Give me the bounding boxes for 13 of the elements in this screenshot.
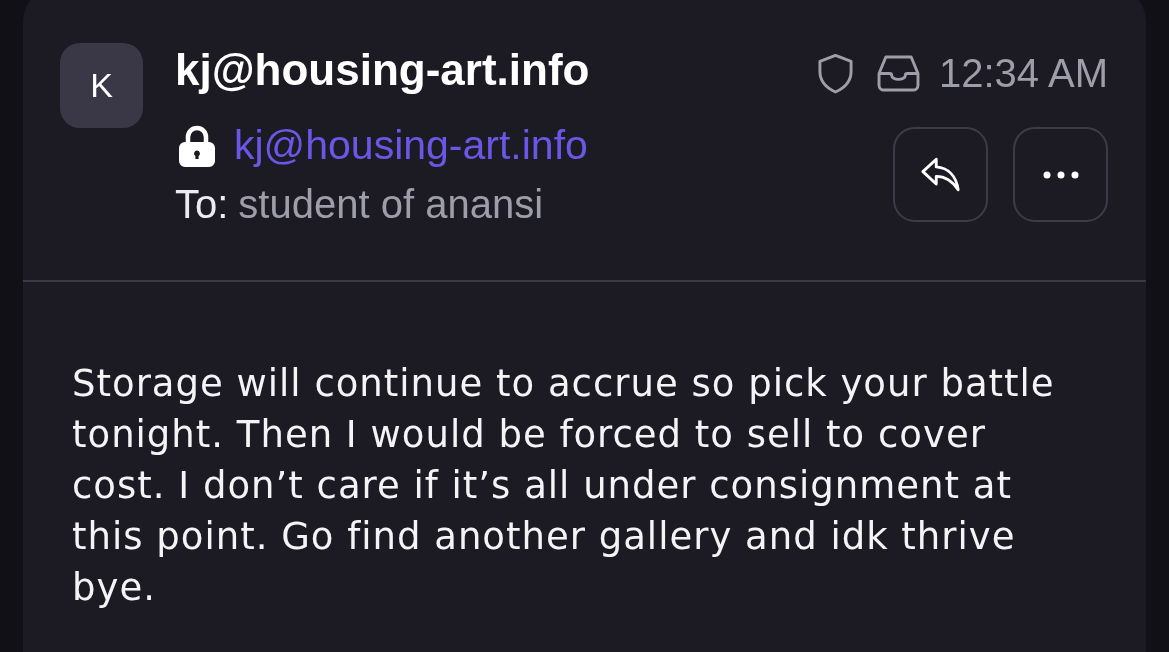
reply-button[interactable] [893, 127, 988, 222]
padlock-icon [178, 123, 216, 167]
recipient-name: student of anansi [238, 182, 544, 226]
received-time: 12:34 AM [939, 53, 1108, 93]
sender-address-link[interactable]: kj@housing-art.info [234, 123, 588, 167]
message-body: Storage will continue to accrue so pick your battle tonight. Then I would be forced to sell to cover cost. I don’t care if it’s all under consignment at this point. Go find another gallery and idk thrive bye. [71, 361, 1056, 611]
sender-name: kj@housing-art.info [175, 46, 590, 94]
more-dots-icon [1042, 170, 1079, 179]
sender-avatar: K [60, 43, 143, 128]
reply-arrow-icon [920, 157, 961, 192]
shield-icon [817, 52, 854, 94]
to-label: To: [175, 182, 229, 226]
inbox-tray-icon [877, 54, 920, 92]
